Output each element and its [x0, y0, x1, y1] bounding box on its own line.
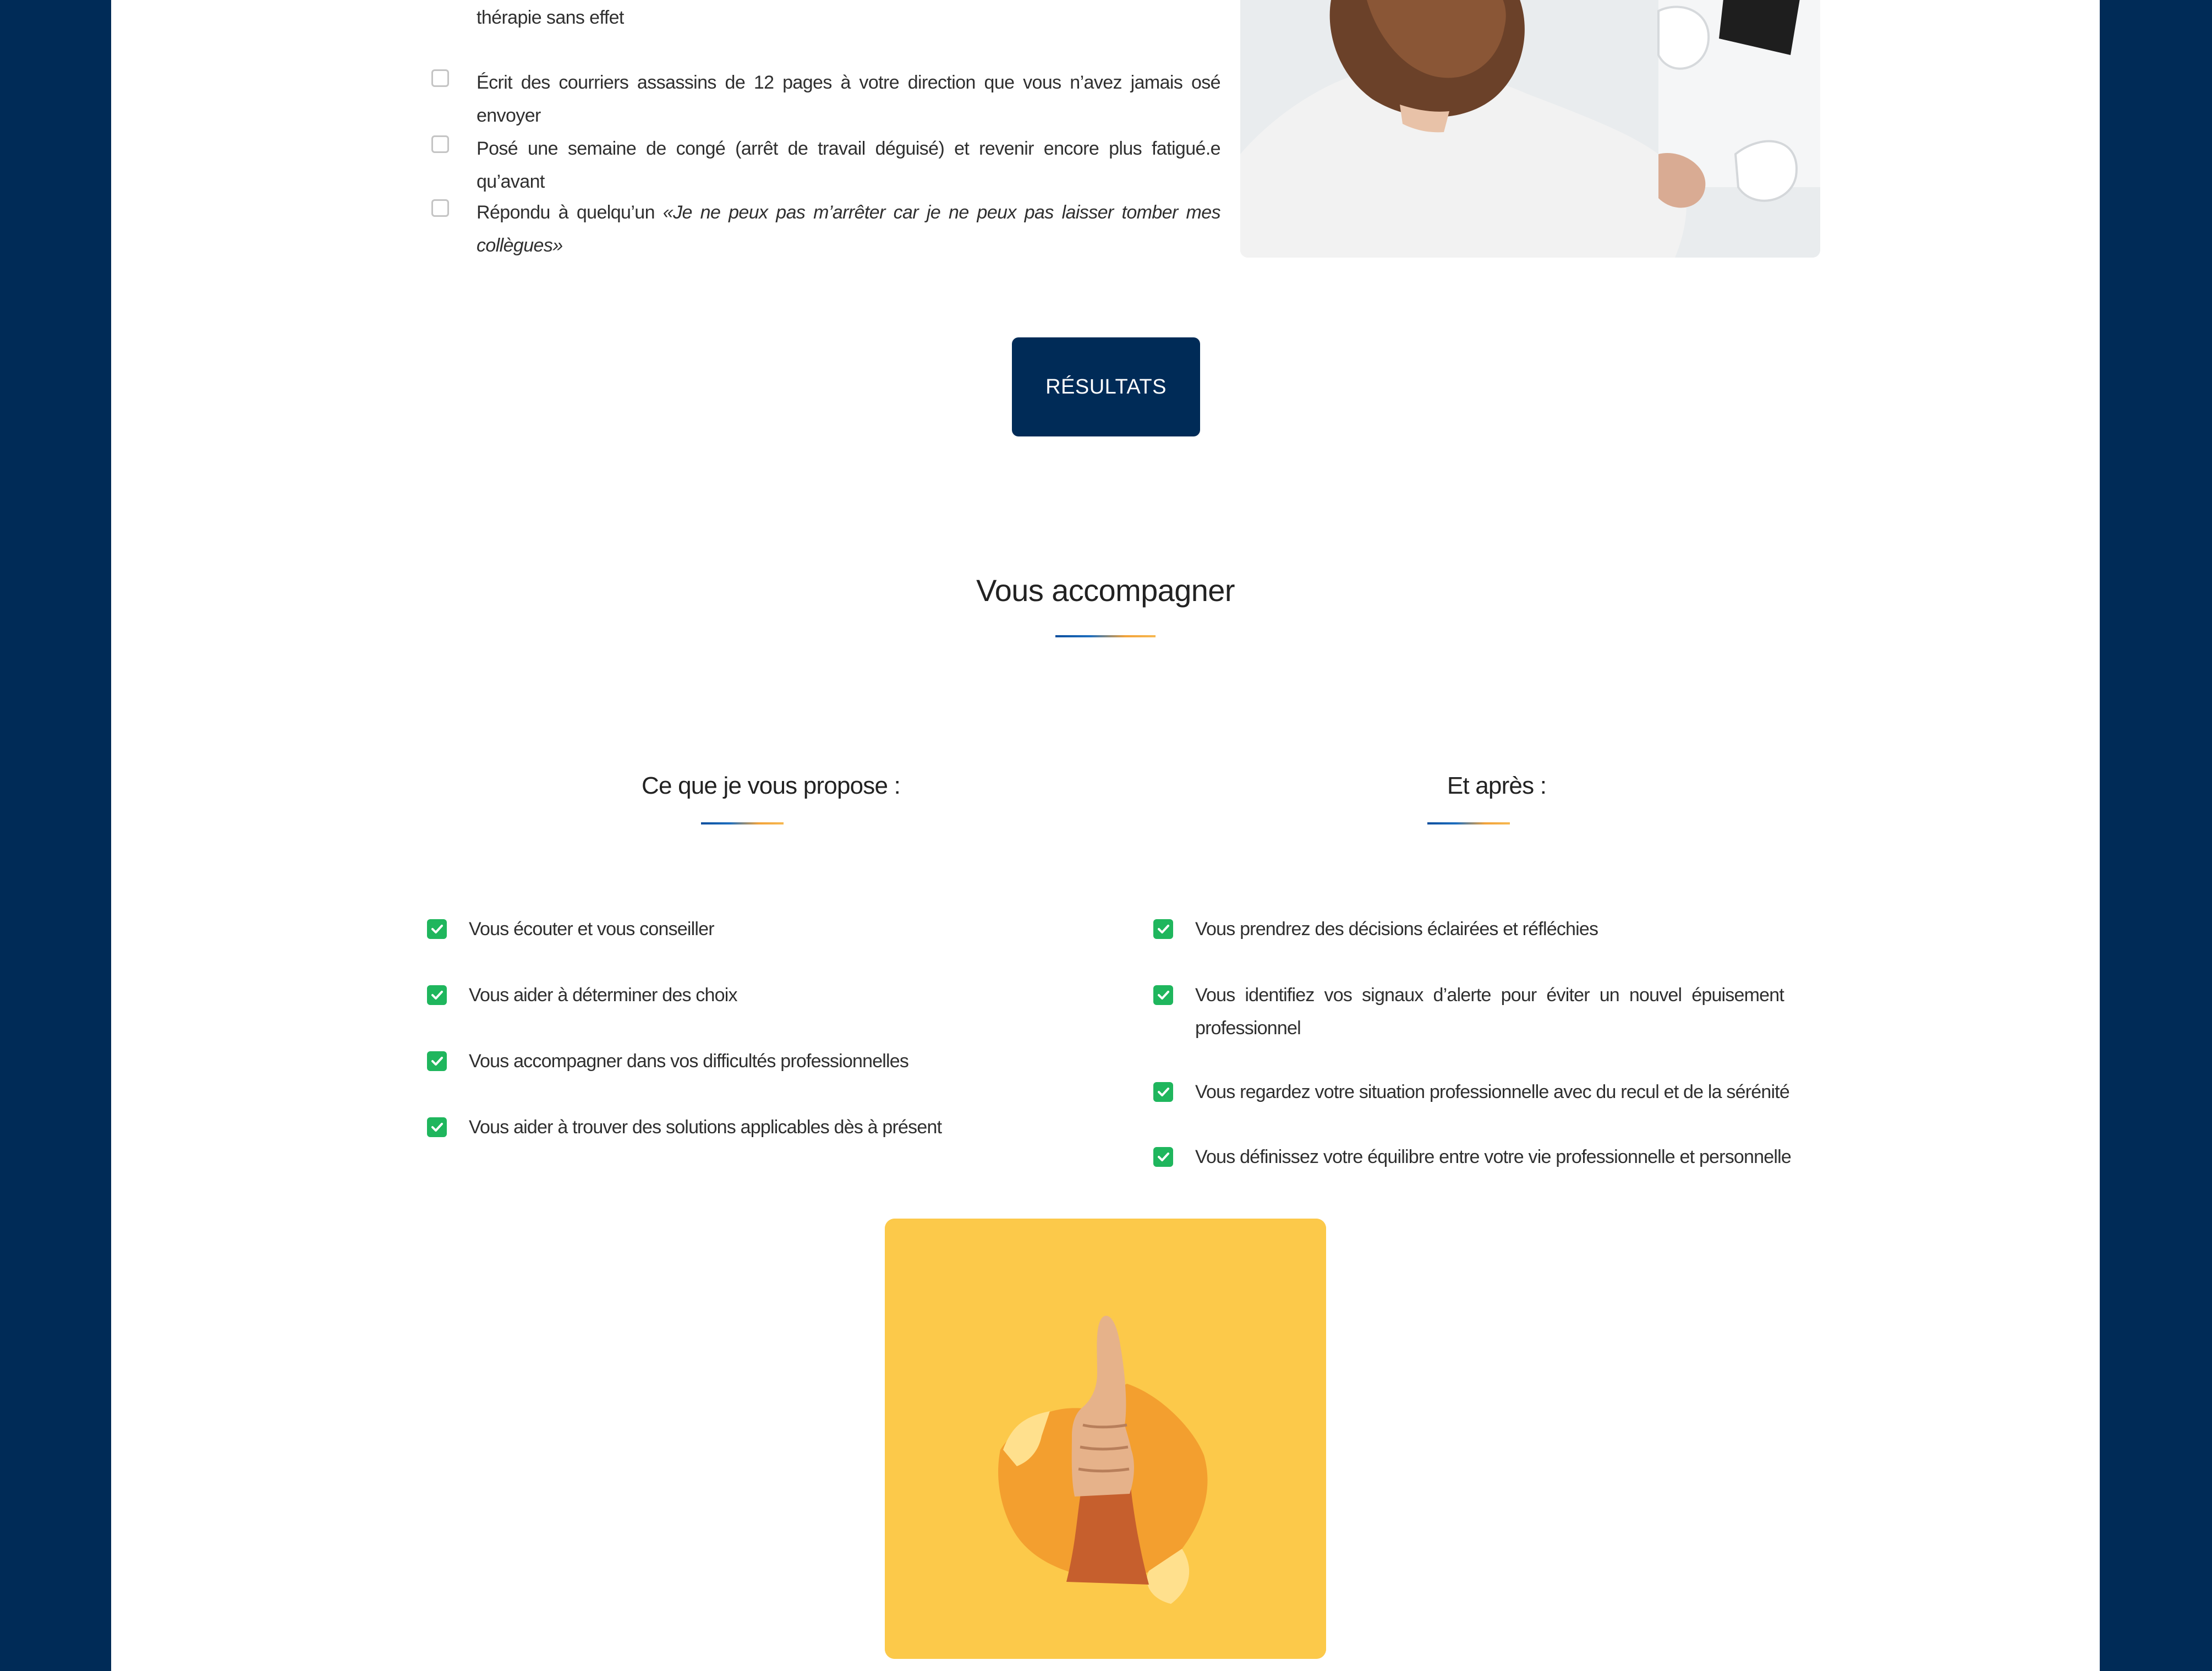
quiz-item-text-prefix: Répondu à quelqu’un: [477, 202, 663, 223]
check-icon: [1153, 1082, 1173, 1102]
check-icon: [427, 985, 447, 1005]
benefit-item-text: Vous aider à déterminer des choix: [469, 985, 737, 1006]
tired-woman-photo: [1240, 0, 1820, 258]
benefit-item-text: Vous regardez votre situation profession…: [1195, 1082, 1790, 1102]
left-column-heading: Ce que je vous propose :: [642, 772, 901, 799]
benefit-item-text: Vous définissez votre équilibre entre vo…: [1195, 1146, 1792, 1167]
quiz-item-text: Répondu à quelqu’un «Je ne peux pas m’ar…: [477, 196, 1221, 262]
page-bottom-strip: [111, 1668, 2100, 1671]
page-content: thérapie sans effet Écrit des courriers …: [111, 0, 2100, 1671]
check-icon: [1153, 919, 1173, 939]
right-heading-underline: [1427, 822, 1510, 824]
quiz-item-text: Écrit des courriers assassins de 12 page…: [477, 72, 1221, 126]
tired-woman-illustration: [1240, 0, 1820, 258]
checkbox-unchecked-icon[interactable]: [431, 199, 449, 217]
checkbox-unchecked-icon[interactable]: [431, 135, 449, 153]
benefit-item-text: Vous aider à trouver des solutions appli…: [469, 1117, 942, 1138]
quiz-item-text: Posé une semaine de congé (arrêt de trav…: [477, 138, 1221, 192]
checkbox-unchecked-icon[interactable]: [431, 69, 449, 87]
thumbs-up-illustration: [885, 1219, 1326, 1659]
benefit-item-text: Vous identifiez vos signaux d’alerte pou…: [1195, 985, 1784, 1039]
quiz-item-text: thérapie sans effet: [477, 7, 624, 28]
check-icon: [427, 1051, 447, 1071]
right-column-heading: Et après :: [1447, 772, 1547, 799]
left-heading-underline: [701, 822, 784, 824]
benefit-item-text: Vous écouter et vous conseiller: [469, 919, 715, 940]
section-title: Vous accompagner: [976, 573, 1235, 608]
benefit-item-text: Vous prendrez des décisions éclairées et…: [1195, 919, 1598, 940]
check-icon: [1153, 985, 1173, 1005]
check-icon: [1153, 1147, 1173, 1167]
benefit-item-text: Vous accompagner dans vos difficultés pr…: [469, 1051, 909, 1072]
check-icon: [427, 1117, 447, 1137]
thumbs-up-photo: [885, 1219, 1326, 1659]
section-title-underline: [1055, 635, 1156, 637]
check-icon: [427, 919, 447, 939]
results-button[interactable]: RÉSULTATS: [1012, 337, 1200, 436]
